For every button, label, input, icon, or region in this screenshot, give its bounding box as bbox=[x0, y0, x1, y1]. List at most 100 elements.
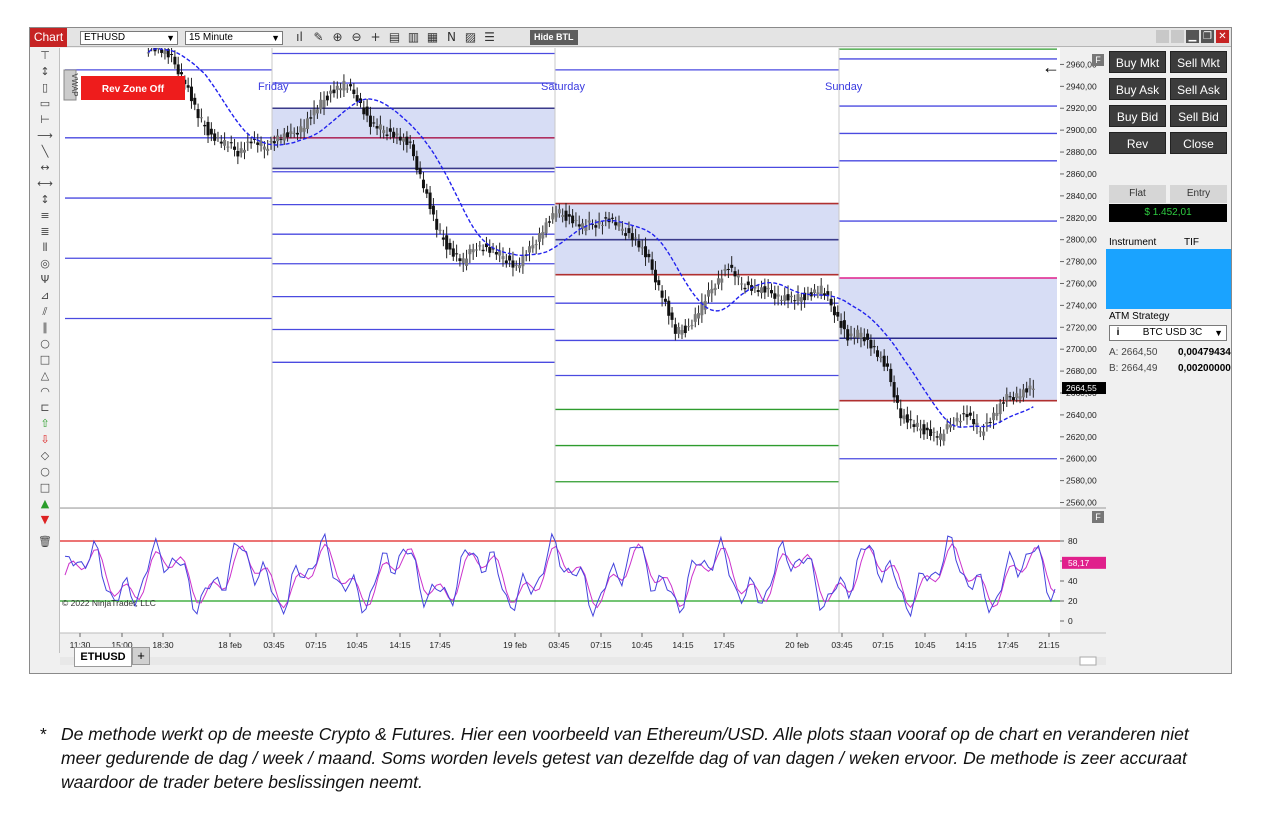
window-controls: ▁ ❐ ✕ bbox=[1156, 30, 1229, 43]
sell-bid-button[interactable]: Sell Bid bbox=[1170, 105, 1227, 127]
candle-body bbox=[342, 80, 346, 91]
bar-type-icon[interactable]: ıl bbox=[292, 30, 307, 44]
horizontal-line-icon[interactable]: ⟷ bbox=[30, 176, 60, 192]
fib-circle-icon[interactable]: ◎ bbox=[30, 256, 60, 272]
candle-body bbox=[710, 288, 714, 294]
trash-icon[interactable]: 🗑 bbox=[30, 534, 60, 550]
candle-body bbox=[445, 235, 449, 250]
candle-body bbox=[687, 326, 691, 328]
arc-icon[interactable]: ◠ bbox=[30, 384, 60, 400]
arrow-down-icon[interactable]: ⇩ bbox=[30, 432, 60, 448]
candle-body bbox=[902, 415, 906, 420]
hide-btl-button[interactable]: Hide BTL bbox=[530, 30, 578, 45]
horizontal-scrollbar[interactable] bbox=[60, 657, 1106, 665]
chart-tab[interactable]: Chart bbox=[30, 28, 67, 47]
arrow-up-icon[interactable]: ⇧ bbox=[30, 416, 60, 432]
candle-body bbox=[766, 287, 770, 290]
close-position-button[interactable]: Close bbox=[1170, 132, 1227, 154]
crosshair-icon[interactable]: + bbox=[368, 30, 383, 44]
time-extension-icon[interactable]: ⦀ bbox=[30, 240, 60, 256]
candle-body bbox=[793, 300, 797, 302]
ask-row: A: 2664,50 bbox=[1109, 347, 1157, 358]
back-arrow-icon[interactable]: ← bbox=[1042, 57, 1060, 77]
sell-mkt-button[interactable]: Sell Mkt bbox=[1170, 51, 1227, 73]
chart-area[interactable]: Friday Saturday Sunday 2960,00 2940,00 2920,… bbox=[60, 38, 1106, 676]
candle-body bbox=[587, 220, 591, 223]
candle-body bbox=[620, 228, 624, 231]
instrument-tab[interactable]: ETHUSD bbox=[74, 647, 132, 667]
extended-line-icon[interactable]: ↔ bbox=[30, 160, 60, 176]
buy-bid-button[interactable]: Buy Bid bbox=[1109, 105, 1166, 127]
template-icon[interactable]: ▥ bbox=[406, 30, 421, 44]
candle-body bbox=[521, 255, 525, 267]
candle-body bbox=[975, 422, 979, 426]
zoom-out-icon[interactable]: ⊖ bbox=[349, 30, 364, 44]
region-icon[interactable]: ▯ bbox=[30, 80, 60, 96]
drawing-sidebar: ⊤ ↕ ▯ ▭ ⊢ ⟶ ╲ ↔ ⟷ ↕ ≡ ≣ ⦀ ◎ Ψ ⊿ ⫽ ∥ ○ □ … bbox=[30, 48, 60, 653]
gann-fan-icon[interactable]: ⊿ bbox=[30, 288, 60, 304]
instrument-select[interactable]: ETHUSD ▼ bbox=[80, 31, 178, 45]
diagonal-icon[interactable]: ╲ bbox=[30, 144, 60, 160]
ask-qty: 0,00479434 bbox=[1178, 347, 1231, 358]
triangle-up-icon[interactable]: ▲ bbox=[30, 496, 60, 512]
scrollbar-thumb[interactable] bbox=[1079, 656, 1097, 666]
instrument-tif-box[interactable] bbox=[1106, 249, 1231, 309]
data-box-icon[interactable]: ▦ bbox=[425, 30, 440, 44]
maximize-icon[interactable]: ❐ bbox=[1201, 30, 1214, 43]
ray-icon[interactable]: ⟶ bbox=[30, 128, 60, 144]
triangle-down-icon[interactable]: ▼ bbox=[30, 512, 60, 528]
vertical-line-icon[interactable]: ↕ bbox=[30, 192, 60, 208]
candle-body bbox=[756, 290, 760, 292]
candle-body bbox=[869, 339, 873, 349]
instrument-link-icon[interactable] bbox=[1171, 30, 1184, 43]
candle-body bbox=[345, 88, 349, 90]
text-icon[interactable]: ⊏ bbox=[30, 400, 60, 416]
link-icon[interactable] bbox=[1156, 30, 1169, 43]
risk-reward-icon[interactable]: ↕ bbox=[30, 64, 60, 80]
regression-icon[interactable]: ⫽ bbox=[30, 304, 60, 320]
candle-body bbox=[763, 286, 767, 293]
pitchfork-icon[interactable]: Ψ bbox=[30, 272, 60, 288]
list-icon[interactable]: ☰ bbox=[482, 30, 497, 44]
ruler-icon[interactable]: ⊤ bbox=[30, 48, 60, 64]
properties-icon[interactable]: ▤ bbox=[387, 30, 402, 44]
trend-channel-icon[interactable]: ∥ bbox=[30, 320, 60, 336]
triangle-icon[interactable]: △ bbox=[30, 368, 60, 384]
fib-extension-icon[interactable]: ≣ bbox=[30, 224, 60, 240]
candle-body bbox=[776, 294, 780, 297]
sell-ask-button[interactable]: Sell Ask bbox=[1170, 78, 1227, 100]
candle-body bbox=[388, 128, 392, 132]
buy-ask-button[interactable]: Buy Ask bbox=[1109, 78, 1166, 100]
pencil-icon[interactable]: ✎ bbox=[311, 30, 326, 44]
dot-icon[interactable]: ○ bbox=[30, 464, 60, 480]
candle-body bbox=[697, 313, 701, 319]
fib-retracement-icon[interactable]: ≡ bbox=[30, 208, 60, 224]
panel-f-icon: F bbox=[1095, 55, 1101, 65]
minimize-icon[interactable]: ▁ bbox=[1186, 30, 1199, 43]
strategies-icon[interactable]: N bbox=[444, 30, 459, 44]
candle-body bbox=[617, 222, 621, 227]
candle-body bbox=[852, 336, 856, 338]
indicators-icon[interactable]: ▨ bbox=[463, 30, 478, 44]
buy-mkt-button[interactable]: Buy Mkt bbox=[1109, 51, 1166, 73]
add-tab-button[interactable]: + bbox=[132, 647, 150, 665]
line-icon[interactable]: ⊢ bbox=[30, 112, 60, 128]
interval-select[interactable]: 15 Minute ▼ bbox=[185, 31, 283, 45]
candle-body bbox=[856, 329, 860, 338]
square-icon[interactable]: □ bbox=[30, 480, 60, 496]
rev-button[interactable]: Rev bbox=[1109, 132, 1166, 154]
candle-body bbox=[236, 150, 240, 157]
bid-row: B: 2664,49 bbox=[1109, 363, 1157, 374]
rectangle-icon[interactable]: □ bbox=[30, 352, 60, 368]
zoom-in-icon[interactable]: ⊕ bbox=[330, 30, 345, 44]
diamond-icon[interactable]: ◇ bbox=[30, 448, 60, 464]
chart-canvas[interactable]: Friday Saturday Sunday 2960,002940,002920,… bbox=[60, 38, 1106, 676]
price-tick-label: 2940,00 bbox=[1066, 81, 1097, 91]
candle-body bbox=[431, 205, 435, 215]
price-tick-label: 2800,00 bbox=[1066, 235, 1097, 245]
drawing-tools: ıl ✎ ⊕ ⊖ + ▤ ▥ ▦ N ▨ ☰ bbox=[292, 30, 497, 44]
range-icon[interactable]: ▭ bbox=[30, 96, 60, 112]
ellipse-icon[interactable]: ○ bbox=[30, 336, 60, 352]
close-icon[interactable]: ✕ bbox=[1216, 30, 1229, 43]
atm-strategy-select[interactable]: i BTC USD 3C ▼ bbox=[1109, 325, 1227, 341]
